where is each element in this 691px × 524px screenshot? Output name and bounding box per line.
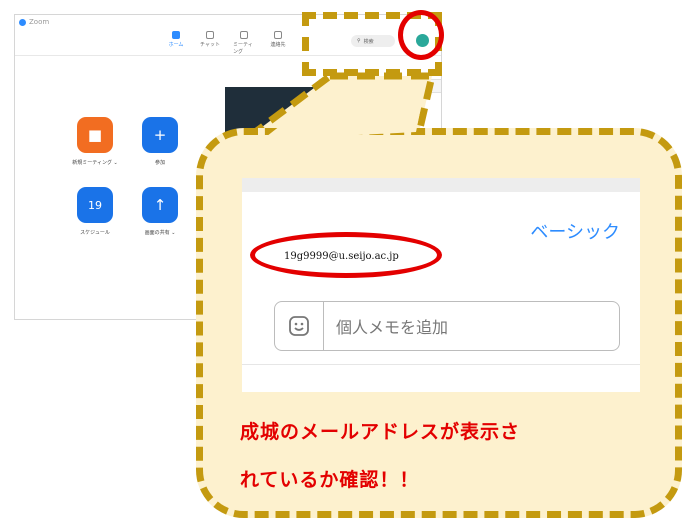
share-screen-button[interactable]: ↑ 画面の共有 ⌄ xyxy=(130,187,190,236)
share-up-icon: ↑ xyxy=(142,187,178,223)
personal-note-input[interactable]: 個人メモを追加 xyxy=(274,301,620,351)
instruction-line-1: 成城のメールアドレスが表示さ xyxy=(240,421,521,443)
calendar-icon: 19 xyxy=(77,187,113,223)
profile-card-strip xyxy=(319,79,441,93)
join-button[interactable]: + 参加 xyxy=(130,117,190,166)
zoom-logo-icon xyxy=(19,18,26,26)
email-highlight-ellipse xyxy=(250,232,442,278)
schedule-button[interactable]: 19 スケジュール xyxy=(65,187,125,236)
plus-icon: + xyxy=(142,117,178,153)
video-camera-icon: ■ xyxy=(77,117,113,153)
panel-top-band xyxy=(242,178,640,192)
tab-chat[interactable]: チャット xyxy=(199,31,221,55)
schedule-label: スケジュール xyxy=(80,230,110,236)
tab-home-label: ホーム xyxy=(168,42,184,48)
top-nav: ホーム チャット ミーティング 連絡先 xyxy=(165,31,289,55)
smiley-icon[interactable] xyxy=(275,302,324,350)
tab-meetings-label: ミーティング xyxy=(233,42,253,55)
tab-meetings[interactable]: ミーティング xyxy=(233,31,255,55)
tab-contacts[interactable]: 連絡先 xyxy=(267,31,289,55)
window-title: Zoom xyxy=(29,18,50,26)
plan-label: ベーシック xyxy=(530,222,620,243)
personal-note-placeholder: 個人メモを追加 xyxy=(336,318,449,337)
instruction-line-2: れているか確認！！ xyxy=(240,469,420,491)
zoomed-profile-panel: ベーシック 19g9999@u.seijo.ac.jp 個人メモを追加 xyxy=(242,178,640,392)
share-screen-label: 画面の共有 ⌄ xyxy=(144,230,176,236)
new-meeting-button[interactable]: ■ 新規ミーティング ⌄ xyxy=(65,117,125,166)
tab-contacts-label: 連絡先 xyxy=(270,42,286,48)
tab-home[interactable]: ホーム xyxy=(165,31,187,55)
emoji-icon xyxy=(324,82,334,92)
join-label: 参加 xyxy=(154,160,165,166)
tab-chat-label: チャット xyxy=(200,42,220,48)
contacts-icon xyxy=(274,31,282,39)
new-meeting-label: 新規ミーティング ⌄ xyxy=(72,160,118,166)
clock-time: 14 xyxy=(283,109,300,124)
home-icon xyxy=(172,31,180,39)
clock-icon xyxy=(240,31,248,39)
instruction-message: 成城のメールアドレスが表示さ れているか確認！！ xyxy=(240,408,660,504)
avatar-highlight-circle xyxy=(398,10,444,60)
panel-divider xyxy=(242,364,640,365)
chat-icon xyxy=(206,31,214,39)
